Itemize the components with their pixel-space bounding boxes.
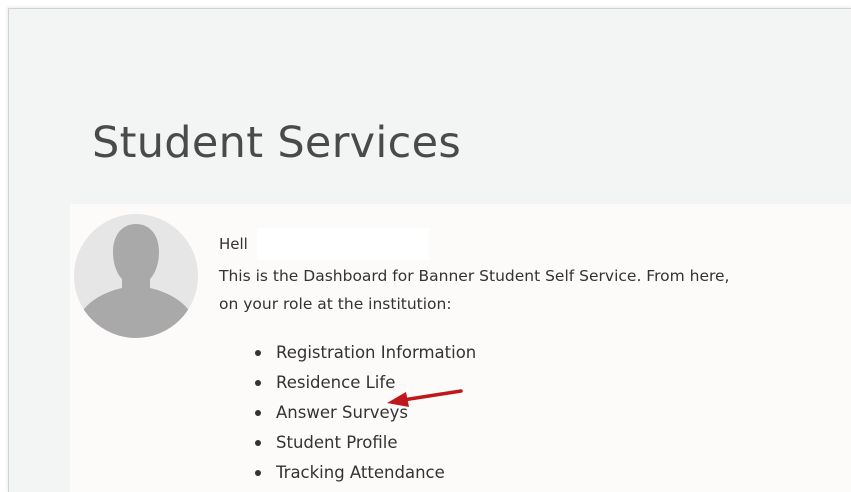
intro-line-1: This is the Dashboard for Banner Student… [219,267,730,285]
redacted-name [257,228,429,260]
bullet [255,350,261,356]
page-title: Student Services [92,118,462,168]
red-arrow-icon [387,389,463,407]
avatar [74,214,198,338]
menu-item-tracking-attendance[interactable]: Tracking Attendance [255,458,476,488]
menu-item-registration-information[interactable]: Registration Information [255,338,476,368]
intro-line-2: on your role at the institution: [219,295,452,313]
bullet [255,470,261,476]
bullet [255,440,261,446]
intro-text: This is the Dashboard for Banner Student… [219,262,851,318]
menu-item-label[interactable]: Registration Information [276,343,476,362]
dashboard-menu: Registration Information Residence Life … [255,338,476,488]
bullet [255,380,261,386]
bullet [255,410,261,416]
menu-item-student-profile[interactable]: Student Profile [255,428,476,458]
menu-item-label[interactable]: Student Profile [276,433,398,452]
dashboard-panel: Hell This is the Dashboard for Banner St… [70,204,851,492]
menu-item-label[interactable]: Residence Life [276,373,395,392]
greeting-text: Hell [219,235,248,253]
browser-frame: Student Services Hell This is the Dashbo… [8,8,851,492]
menu-item-label[interactable]: Tracking Attendance [276,463,445,482]
